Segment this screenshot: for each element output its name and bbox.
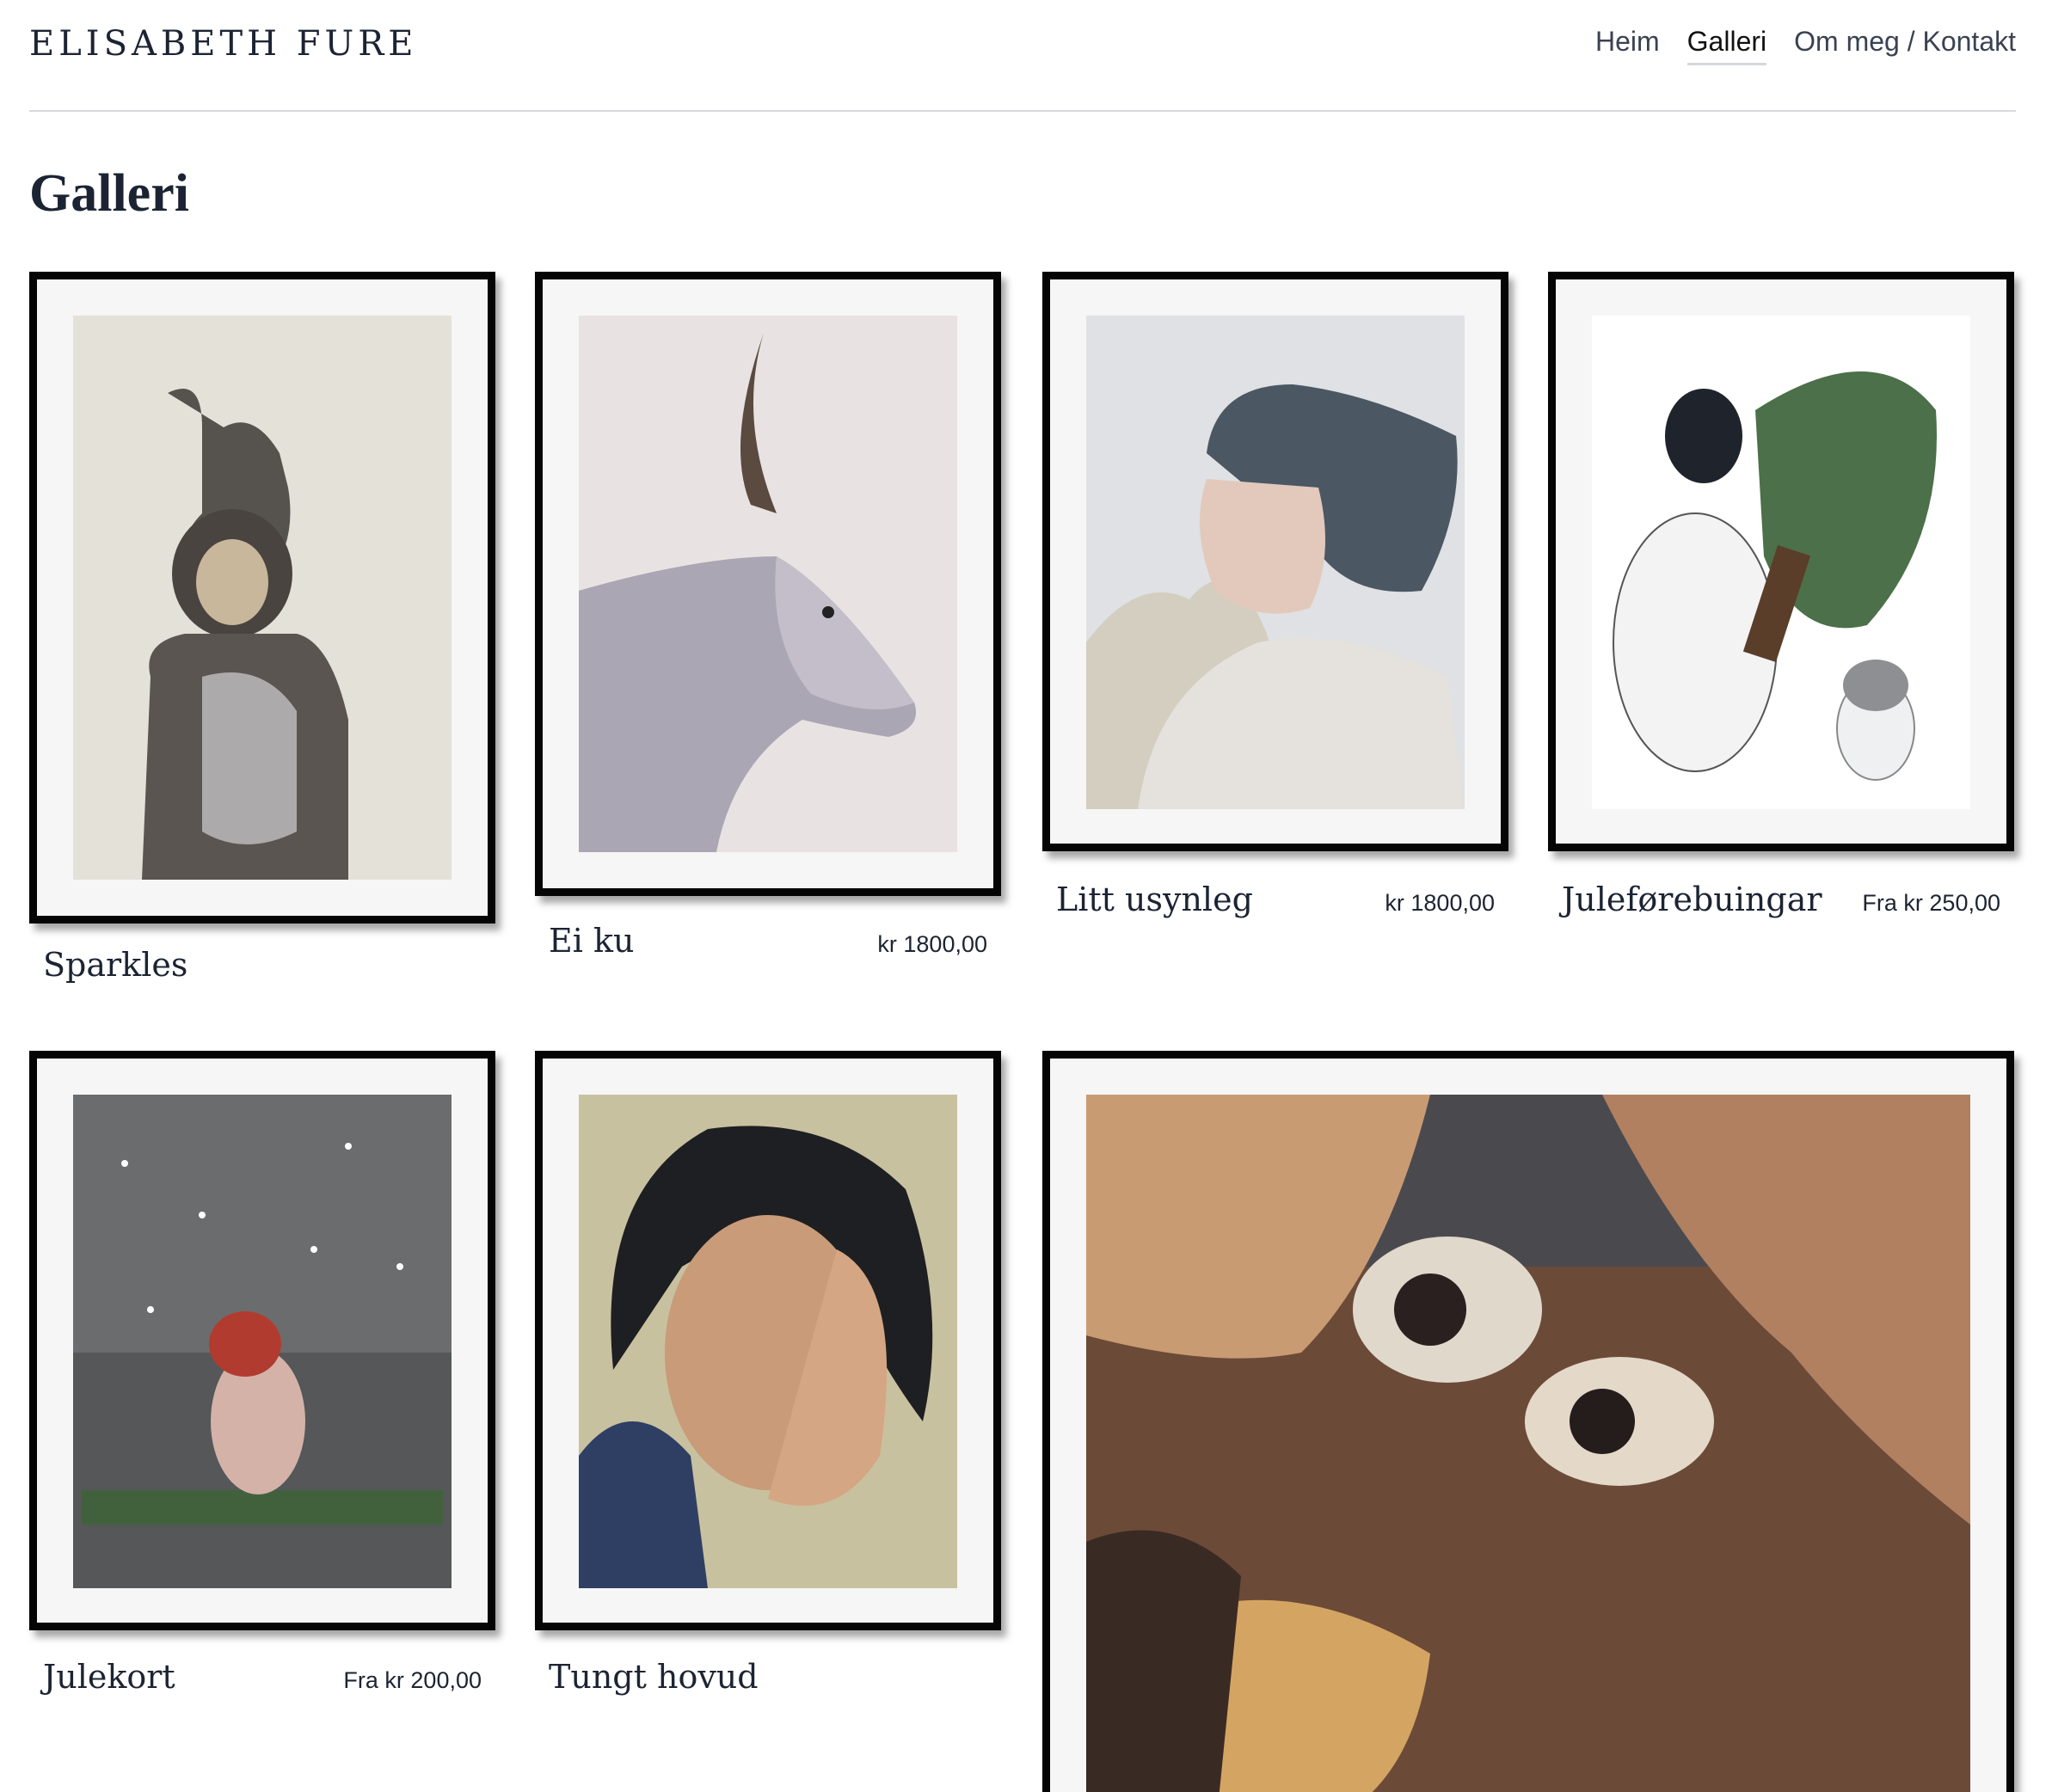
- gallery-item-ei-ku[interactable]: [535, 272, 1001, 896]
- portrait-man-painting: [1086, 316, 1465, 809]
- penguins-painting: [1592, 316, 1970, 809]
- nav-item-heim[interactable]: Heim: [1595, 26, 1660, 65]
- bird-in-snow-painting: [73, 1095, 452, 1588]
- site-brand[interactable]: ELISABETH FURE: [29, 24, 418, 64]
- site-header: ELISABETH FURE Heim Galleri Om meg / Kon…: [29, 0, 2016, 112]
- gallery-item-sparkles[interactable]: [29, 272, 495, 924]
- caption-juleforebuingar: Juleførebuingar Fra kr 250,00: [1562, 881, 2000, 918]
- caption-julekort: Julekort Fra kr 200,00: [43, 1658, 482, 1696]
- caption-sparkles: Sparkles: [43, 946, 482, 984]
- artwork-price: Fra kr 250,00: [1862, 890, 2000, 916]
- gallery-item-juleforebuingar[interactable]: [1548, 272, 2014, 851]
- artwork-title[interactable]: Juleførebuingar: [1562, 881, 1822, 918]
- nav-item-galleri[interactable]: Galleri: [1686, 26, 1767, 65]
- gallery-item-face-closeup[interactable]: [1042, 1051, 2014, 1792]
- artwork-price: kr 1800,00: [877, 931, 987, 957]
- artwork-title[interactable]: Tungt hovud: [549, 1658, 759, 1696]
- artwork-price: Fra kr 200,00: [343, 1667, 482, 1693]
- artwork-title[interactable]: Julekort: [43, 1658, 175, 1696]
- artwork-price: kr 1800,00: [1385, 890, 1495, 916]
- portrait-woman-painting: [579, 1095, 957, 1588]
- caption-litt-usynleg: Litt usynleg kr 1800,00: [1056, 881, 1495, 918]
- face-closeup-painting: [1086, 1095, 1970, 1792]
- cow-painting: [579, 316, 957, 852]
- chimpanzee-painting: [73, 316, 452, 880]
- artwork-title[interactable]: Ei ku: [549, 922, 634, 960]
- nav-item-om-meg-kontakt[interactable]: Om meg / Kontakt: [1794, 26, 2016, 65]
- gallery-item-julekort[interactable]: [29, 1051, 495, 1630]
- main-nav: Heim Galleri Om meg / Kontakt: [1595, 26, 2016, 65]
- gallery-item-litt-usynleg[interactable]: [1042, 272, 1508, 851]
- artwork-title[interactable]: Sparkles: [43, 946, 187, 984]
- page-title: Galleri: [29, 164, 189, 223]
- caption-ei-ku: Ei ku kr 1800,00: [549, 922, 987, 960]
- caption-tungt-hovud: Tungt hovud: [549, 1658, 987, 1696]
- artwork-title[interactable]: Litt usynleg: [1056, 881, 1253, 918]
- gallery-item-tungt-hovud[interactable]: [535, 1051, 1001, 1630]
